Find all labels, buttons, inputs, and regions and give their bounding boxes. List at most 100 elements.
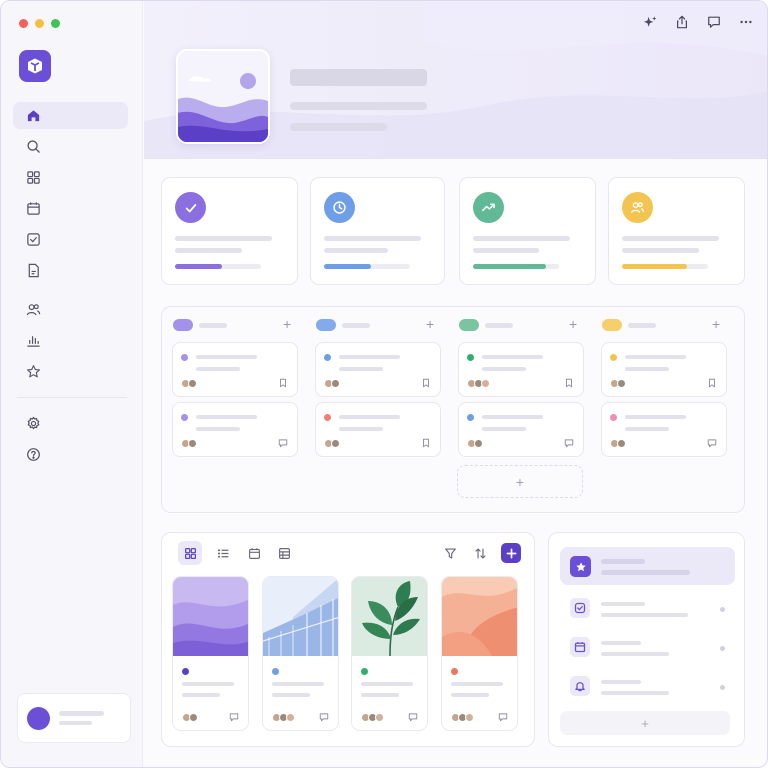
column-header[interactable] [316, 319, 370, 331]
stat-card-time[interactable] [310, 177, 445, 285]
comment-icon[interactable] [408, 712, 418, 722]
text-placeholder [182, 682, 234, 686]
column-add-button[interactable]: + [426, 317, 434, 331]
bookmark-icon[interactable] [421, 378, 431, 388]
more-options-button[interactable] [737, 13, 755, 31]
stat-line-2 [175, 248, 242, 253]
bookmark-icon[interactable] [421, 438, 431, 448]
app-logo[interactable] [19, 50, 51, 82]
task-card[interactable] [458, 402, 584, 457]
task-card[interactable] [172, 402, 298, 457]
assignee-avatars [272, 713, 295, 722]
text-placeholder [182, 693, 220, 697]
column-add-button[interactable]: + [712, 317, 720, 331]
share-button[interactable] [673, 13, 691, 31]
sidebar-item-team[interactable] [13, 296, 128, 323]
text-placeholder [625, 415, 686, 419]
column-header[interactable] [173, 319, 227, 331]
filter-button[interactable] [438, 541, 462, 565]
calendar-view-button[interactable] [242, 541, 266, 565]
text-placeholder [625, 355, 686, 359]
check-square-icon [574, 602, 586, 614]
sort-button[interactable] [468, 541, 492, 565]
task-card[interactable] [601, 342, 727, 397]
gallery-card[interactable] [262, 576, 339, 731]
sidebar-item-tasks[interactable] [13, 226, 128, 253]
home-icon [27, 110, 40, 122]
comment-icon[interactable] [564, 438, 574, 448]
quick-item-favorites[interactable] [560, 547, 735, 585]
stat-line-2 [473, 248, 539, 253]
page-cover-image[interactable] [176, 49, 270, 144]
maximize-window-button[interactable] [51, 19, 60, 28]
sidebar-item-settings[interactable] [13, 410, 128, 437]
user-profile-card[interactable] [17, 693, 131, 743]
comment-icon [708, 16, 720, 28]
text-placeholder [339, 415, 400, 419]
add-card-button[interactable]: + [457, 465, 583, 498]
sidebar-item-analytics[interactable] [13, 327, 128, 354]
card-status-dot [182, 668, 189, 675]
list-view-button[interactable] [211, 541, 235, 565]
ai-sparkle-button[interactable] [641, 13, 659, 31]
table-view-button[interactable] [272, 541, 296, 565]
quick-item-events[interactable] [560, 629, 735, 667]
task-status-dot [324, 414, 331, 421]
sidebar-item-calendar[interactable] [13, 195, 128, 222]
gallery-card[interactable] [441, 576, 518, 731]
task-card[interactable] [458, 342, 584, 397]
comment-icon[interactable] [498, 712, 508, 722]
task-card[interactable] [315, 342, 441, 397]
column-header[interactable] [459, 319, 513, 331]
comments-button[interactable] [705, 13, 723, 31]
sidebar-item-favorites[interactable] [13, 358, 128, 385]
stat-card-growth[interactable] [459, 177, 596, 285]
sidebar-item-help[interactable] [13, 441, 128, 468]
assignee-avatars [451, 713, 474, 722]
cube-icon [28, 58, 42, 74]
sidebar-item-apps[interactable] [13, 164, 128, 191]
sidebar-item-search[interactable] [13, 133, 128, 160]
quick-item-status-dot [720, 607, 725, 612]
stat-card-team[interactable] [608, 177, 745, 285]
column-add-button[interactable]: + [569, 317, 577, 331]
quick-add-button[interactable]: + [560, 711, 730, 735]
bookmark-icon[interactable] [564, 378, 574, 388]
minimize-window-button[interactable] [35, 19, 44, 28]
assignee-avatars [361, 713, 384, 722]
text-placeholder [339, 355, 400, 359]
bookmark-icon[interactable] [278, 378, 288, 388]
column-header[interactable] [602, 319, 656, 331]
table-view-icon [278, 547, 290, 559]
task-card[interactable] [315, 402, 441, 457]
comment-icon[interactable] [319, 712, 329, 722]
sidebar [1, 1, 143, 767]
grid-view-button[interactable] [178, 541, 202, 565]
user-email-placeholder [59, 721, 92, 725]
add-item-button[interactable] [501, 543, 521, 563]
column-add-button[interactable]: + [283, 317, 291, 331]
comment-icon[interactable] [229, 712, 239, 722]
gallery-card[interactable] [351, 576, 428, 731]
sidebar-item-home[interactable] [13, 102, 128, 129]
quick-item-tasks[interactable] [560, 590, 735, 628]
check-icon [185, 203, 196, 212]
bookmark-icon[interactable] [707, 378, 717, 388]
stat-card-completed[interactable] [161, 177, 298, 285]
comment-icon[interactable] [278, 438, 288, 448]
quick-item-notifications[interactable] [560, 668, 735, 706]
task-card[interactable] [172, 342, 298, 397]
close-window-button[interactable] [19, 19, 28, 28]
sidebar-divider [17, 397, 127, 398]
app-window: + + + + + + [0, 0, 768, 768]
comment-icon[interactable] [707, 438, 717, 448]
avatar [465, 713, 474, 722]
gallery-card[interactable] [172, 576, 249, 731]
sidebar-item-documents[interactable] [13, 257, 128, 284]
green-plant-thumbnail [352, 577, 427, 656]
column-color-tag [316, 319, 336, 331]
purple-waves-thumbnail [173, 577, 248, 656]
quick-icon-badge [570, 637, 590, 657]
task-card[interactable] [601, 402, 727, 457]
quick-line-2 [601, 652, 669, 656]
